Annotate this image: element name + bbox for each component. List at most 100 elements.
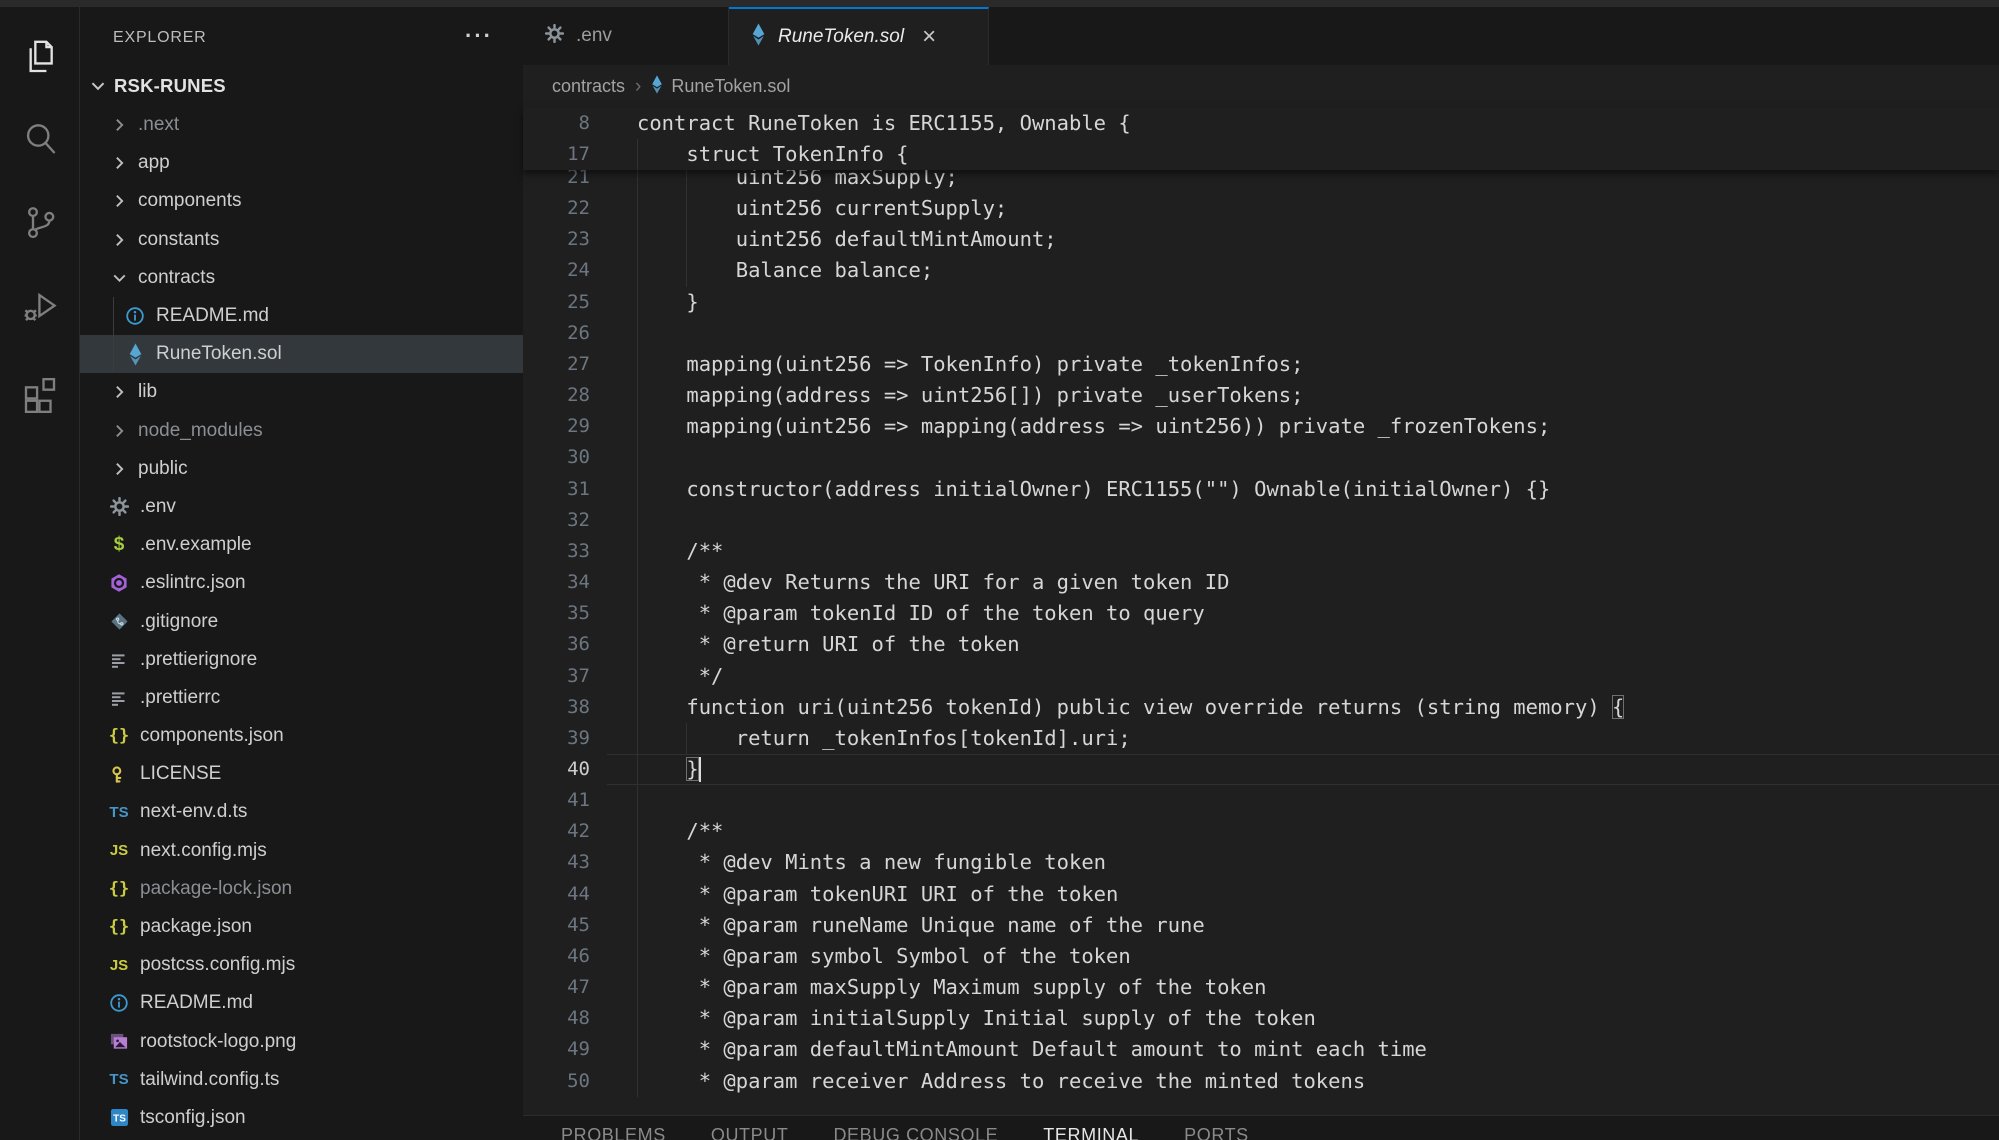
source-control-icon[interactable] [18, 200, 62, 244]
current-line-highlight [607, 754, 1999, 785]
tree-item-next-config-mjs[interactable]: JSnext.config.mjs [80, 832, 523, 870]
tree-item-tsconfig-json[interactable]: TStsconfig.json [80, 1099, 523, 1137]
extensions-icon[interactable] [18, 370, 62, 414]
ts-icon: TS [106, 801, 132, 823]
tree-item-package-lock-json[interactable]: {}package-lock.json [80, 870, 523, 908]
tree-item-readme-md[interactable]: README.md [80, 297, 523, 335]
breadcrumb: contracts › RuneToken.sol [523, 65, 1999, 108]
bracket-match: } [686, 757, 698, 781]
bottom-panel: PROBLEMS OUTPUT DEBUG CONSOLE TERMINAL PORTS [523, 1115, 1999, 1140]
code-line-17[interactable]: 17 struct TokenInfo { [523, 139, 1999, 170]
code-line-42[interactable]: 42 /** [523, 816, 1999, 847]
panel-tab-terminal[interactable]: TERMINAL [1043, 1125, 1139, 1140]
code-line-22[interactable]: 22 uint256 currentSupply; [523, 193, 1999, 224]
search-icon[interactable] [18, 117, 62, 161]
code-line-30[interactable]: 30 [523, 442, 1999, 473]
title-bar-strip [0, 0, 1999, 7]
tree-item--prettierignore[interactable]: .prettierignore [80, 641, 523, 679]
tree-item-components[interactable]: components [80, 182, 523, 220]
workspace-name: RSK-RUNES [114, 75, 226, 97]
tree-item-rootstock-logo-png[interactable]: rootstock-logo.png [80, 1023, 523, 1061]
code-line-43[interactable]: 43 * @dev Mints a new fungible token [523, 847, 1999, 878]
tree-item--env-example[interactable]: $.env.example [80, 526, 523, 564]
line-number: 34 [523, 567, 590, 598]
code-line-26[interactable]: 26 [523, 318, 1999, 349]
explorer-header: EXPLORER ··· [80, 21, 523, 57]
code-line-48[interactable]: 48 * @param initialSupply Initial supply… [523, 1003, 1999, 1034]
code-line-25[interactable]: 25 } [523, 287, 1999, 318]
code-line-36[interactable]: 36 * @return URI of the token [523, 629, 1999, 660]
code-line-45[interactable]: 45 * @param runeName Unique name of the … [523, 910, 1999, 941]
tree-item-runetoken-sol[interactable]: RuneToken.sol [80, 335, 523, 373]
code-line-34[interactable]: 34 * @dev Returns the URI for a given to… [523, 567, 1999, 598]
code-line-31[interactable]: 31 constructor(address initialOwner) ERC… [523, 474, 1999, 505]
tab-runetoken-sol[interactable]: RuneToken.sol × [729, 7, 989, 65]
panel-tab-output[interactable]: OUTPUT [711, 1125, 789, 1140]
tree-item-components-json[interactable]: {}components.json [80, 717, 523, 755]
code-line-35[interactable]: 35 * @param tokenId ID of the token to q… [523, 598, 1999, 629]
chevron-right-icon [110, 230, 129, 249]
panel-tab-ports[interactable]: PORTS [1184, 1125, 1249, 1140]
tree-item-next-env-d-ts[interactable]: TSnext-env.d.ts [80, 793, 523, 831]
tree-root-rsk-runes[interactable]: RSK-RUNES [80, 67, 523, 105]
tree-item-license[interactable]: LICENSE [80, 755, 523, 793]
code-line-24[interactable]: 24 Balance balance; [523, 255, 1999, 286]
tree-item-contracts[interactable]: contracts [80, 259, 523, 297]
code-line-38[interactable]: 38 function uri(uint256 tokenId) public … [523, 692, 1999, 723]
prettier-icon [106, 649, 132, 671]
line-number: 47 [523, 972, 590, 1003]
line-number: 46 [523, 941, 590, 972]
code-line-39[interactable]: 39 return _tokenInfos[tokenId].uri; [523, 723, 1999, 754]
close-icon[interactable]: × [922, 25, 936, 49]
code-line-32[interactable]: 32 [523, 505, 1999, 536]
explorer-icon[interactable] [18, 35, 62, 79]
code-line-49[interactable]: 49 * @param defaultMintAmount Default am… [523, 1034, 1999, 1065]
chevron-right-icon [110, 192, 129, 211]
tree-item-label: README.md [156, 305, 269, 327]
tree-item--eslintrc-json[interactable]: .eslintrc.json [80, 564, 523, 602]
breadcrumb-file[interactable]: RuneToken.sol [671, 76, 790, 97]
line-number: 44 [523, 879, 590, 910]
tree-item-lib[interactable]: lib [80, 373, 523, 411]
code-text: * @param maxSupply Maximum supply of the… [637, 972, 1266, 1003]
code-line-28[interactable]: 28 mapping(address => uint256[]) private… [523, 380, 1999, 411]
code-line-50[interactable]: 50 * @param receiver Address to receive … [523, 1066, 1999, 1097]
code-line-47[interactable]: 47 * @param maxSupply Maximum supply of … [523, 972, 1999, 1003]
tree-item-app[interactable]: app [80, 144, 523, 182]
gear-icon [106, 496, 132, 518]
tab-env[interactable]: .env [523, 7, 729, 65]
tree-item-public[interactable]: public [80, 450, 523, 488]
code-text: * @param tokenURI URI of the token [637, 879, 1118, 910]
more-actions-icon[interactable]: ··· [465, 23, 493, 49]
code-line-46[interactable]: 46 * @param symbol Symbol of the token [523, 941, 1999, 972]
code-line-8[interactable]: 8contract RuneToken is ERC1155, Ownable … [523, 108, 1999, 139]
panel-tab-problems[interactable]: PROBLEMS [561, 1125, 666, 1140]
panel-tab-debug-console[interactable]: DEBUG CONSOLE [833, 1125, 998, 1140]
code-line-40[interactable]: 40 } [523, 754, 1999, 785]
code-line-37[interactable]: 37 */ [523, 661, 1999, 692]
breadcrumb-folder[interactable]: contracts [552, 76, 625, 97]
tree-item--gitignore[interactable]: .gitignore [80, 602, 523, 640]
tree-item--prettierrc[interactable]: .prettierrc [80, 679, 523, 717]
tree-item-label: public [138, 458, 188, 480]
tree-item--env[interactable]: .env [80, 488, 523, 526]
tree-item-tailwind-config-ts[interactable]: TStailwind.config.ts [80, 1061, 523, 1099]
tree-item-node-modules[interactable]: node_modules [80, 412, 523, 450]
code-line-23[interactable]: 23 uint256 defaultMintAmount; [523, 224, 1999, 255]
code-line-29[interactable]: 29 mapping(uint256 => mapping(address =>… [523, 411, 1999, 442]
line-number: 30 [523, 442, 590, 473]
code-line-41[interactable]: 41 [523, 785, 1999, 816]
tree-item-label: LICENSE [140, 763, 221, 785]
code-text: * @param tokenId ID of the token to quer… [637, 598, 1205, 629]
run-debug-icon[interactable] [18, 283, 62, 327]
code-line-33[interactable]: 33 /** [523, 536, 1999, 567]
tree-item-readme-md[interactable]: README.md [80, 984, 523, 1022]
code-text: mapping(uint256 => TokenInfo) private _t… [637, 349, 1303, 380]
tree-item--next[interactable]: .next [80, 106, 523, 144]
code-line-27[interactable]: 27 mapping(uint256 => TokenInfo) private… [523, 349, 1999, 380]
tree-item-constants[interactable]: constants [80, 221, 523, 259]
indent-guide [637, 505, 638, 536]
tree-item-postcss-config-mjs[interactable]: JSpostcss.config.mjs [80, 946, 523, 984]
code-line-44[interactable]: 44 * @param tokenURI URI of the token [523, 879, 1999, 910]
tree-item-package-json[interactable]: {}package.json [80, 908, 523, 946]
